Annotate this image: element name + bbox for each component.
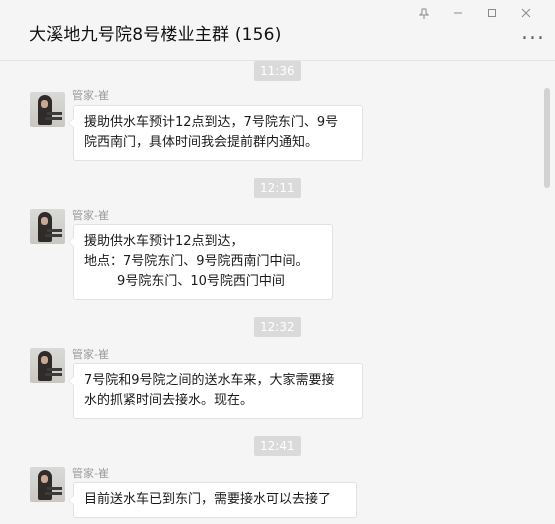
avatar[interactable] <box>30 467 65 502</box>
timestamp: 12:11 <box>254 178 301 198</box>
avatar[interactable] <box>30 92 65 127</box>
message-bubble[interactable]: 7号院和9号院之间的送水车来，大家需要接 水的抓紧时间去接水。现在。 <box>68 363 363 419</box>
message-bubble[interactable]: 援助供水车预计12点到达，7号院东门、9号 院西南门，具体时间我会提前群内通知。 <box>68 105 363 161</box>
message-line: 7号院和9号院之间的送水车来，大家需要接 <box>84 373 335 388</box>
sender-name: 管家-崔 <box>72 209 109 222</box>
timestamp: 11:36 <box>254 61 301 81</box>
sender-name: 管家-崔 <box>72 467 109 480</box>
chat-header: 大溪地九号院8号楼业主群 (156) ... <box>0 0 555 61</box>
message-line: 地点：7号院东门、9号院西南门中间。 <box>84 254 309 269</box>
message-line: 援助供水车预计12点到达， <box>84 234 244 249</box>
message-line: 水的抓紧时间去接水。现在。 <box>84 393 254 408</box>
timestamp: 12:41 <box>254 436 301 456</box>
message-list: 11:36 管家-崔 援助供水车预计12点到达，7号院东门、9号 院西南门，具体… <box>0 61 541 524</box>
scrollbar[interactable] <box>544 88 550 188</box>
minimize-icon[interactable] <box>441 4 475 22</box>
maximize-icon[interactable] <box>475 4 509 22</box>
message-bubble[interactable]: 援助供水车预计12点到达， 地点：7号院东门、9号院西南门中间。 9号院东门、1… <box>68 224 333 300</box>
sender-name: 管家-崔 <box>72 89 109 102</box>
message-line: 目前送水车已到东门，需要接水可以去接了 <box>84 492 332 507</box>
message-line: 9号院东门、10号院西门中间 <box>84 274 285 289</box>
message-line: 援助供水车预计12点到达，7号院东门、9号 <box>84 115 339 130</box>
message-bubble[interactable]: 目前送水车已到东门，需要接水可以去接了 <box>68 482 357 518</box>
more-options-button[interactable]: ... <box>521 22 545 44</box>
sender-name: 管家-崔 <box>72 348 109 361</box>
chat-title: 大溪地九号院8号楼业主群 (156) <box>29 25 282 45</box>
timestamp: 12:32 <box>254 317 301 337</box>
avatar[interactable] <box>30 348 65 383</box>
avatar[interactable] <box>30 209 65 244</box>
pin-icon[interactable] <box>407 4 441 22</box>
message-line: 院西南门，具体时间我会提前群内通知。 <box>84 135 319 150</box>
